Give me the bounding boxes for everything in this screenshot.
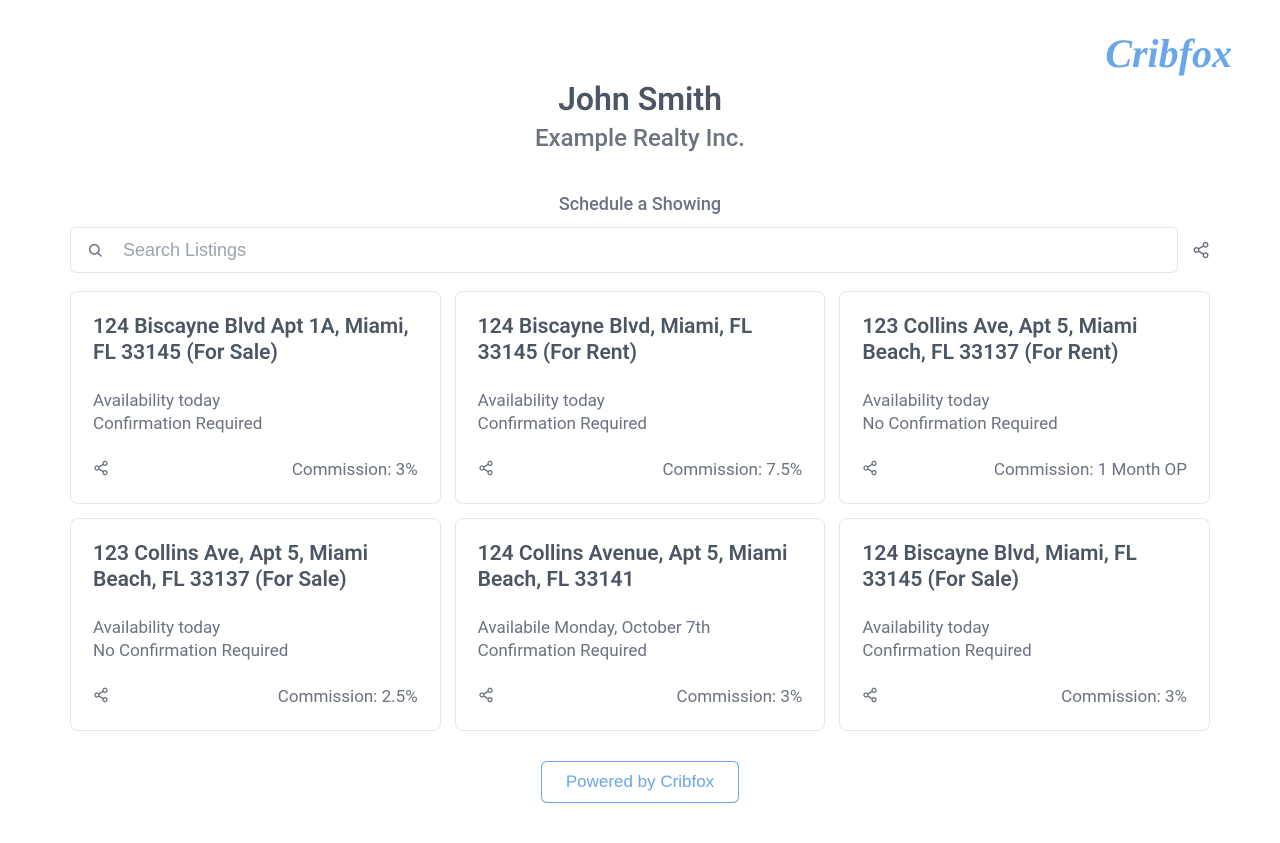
schedule-label: Schedule a Showing: [70, 194, 1210, 215]
listing-meta: Availability today No Confirmation Requi…: [862, 390, 1187, 436]
listing-title: 124 Biscayne Blvd, Miami, FL 33145 (For …: [862, 541, 1187, 595]
listing-confirmation: Confirmation Required: [862, 640, 1187, 663]
listing-confirmation: No Confirmation Required: [93, 640, 418, 663]
listing-commission: Commission: 3%: [677, 687, 803, 707]
share-listing-button[interactable]: [478, 687, 494, 708]
search-row: [70, 227, 1210, 273]
listing-availability: Availabile Monday, October 7th: [478, 617, 803, 640]
listing-card[interactable]: 124 Biscayne Blvd Apt 1A, Miami, FL 3314…: [70, 291, 441, 504]
share-listing-button[interactable]: [93, 460, 109, 481]
listing-title: 124 Biscayne Blvd, Miami, FL 33145 (For …: [478, 314, 803, 368]
listing-meta: Availability today Confirmation Required: [862, 617, 1187, 663]
listing-title: 124 Collins Avenue, Apt 5, Miami Beach, …: [478, 541, 803, 595]
listing-commission: Commission: 3%: [292, 460, 418, 480]
listing-commission: Commission: 3%: [1061, 687, 1187, 707]
search-box[interactable]: [70, 227, 1178, 273]
listing-title: 123 Collins Ave, Apt 5, Miami Beach, FL …: [93, 541, 418, 595]
listing-confirmation: Confirmation Required: [93, 413, 418, 436]
listing-title: 124 Biscayne Blvd Apt 1A, Miami, FL 3314…: [93, 314, 418, 368]
listing-availability: Availability today: [93, 617, 418, 640]
footer-row: Powered by Cribfox: [70, 761, 1210, 803]
share-listing-button[interactable]: [862, 687, 878, 708]
share-listing-button[interactable]: [478, 460, 494, 481]
listings-grid: 124 Biscayne Blvd Apt 1A, Miami, FL 3314…: [70, 291, 1210, 731]
listing-card[interactable]: 124 Collins Avenue, Apt 5, Miami Beach, …: [455, 518, 826, 731]
search-input[interactable]: [123, 240, 1161, 261]
listing-commission: Commission: 7.5%: [662, 460, 802, 480]
listing-confirmation: Confirmation Required: [478, 640, 803, 663]
share-listing-button[interactable]: [93, 687, 109, 708]
listing-card[interactable]: 124 Biscayne Blvd, Miami, FL 33145 (For …: [455, 291, 826, 504]
listing-commission: Commission: 1 Month OP: [994, 460, 1187, 480]
listing-meta: Availabile Monday, October 7th Confirmat…: [478, 617, 803, 663]
search-icon: [87, 242, 103, 258]
powered-by-button[interactable]: Powered by Cribfox: [541, 761, 739, 803]
share-listing-button[interactable]: [862, 460, 878, 481]
listing-meta: Availability today Confirmation Required: [478, 390, 803, 436]
listing-card[interactable]: 123 Collins Ave, Apt 5, Miami Beach, FL …: [70, 518, 441, 731]
listing-availability: Availability today: [862, 617, 1187, 640]
listing-availability: Availability today: [478, 390, 803, 413]
agent-name: John Smith: [70, 80, 1210, 118]
listing-meta: Availability today Confirmation Required: [93, 390, 418, 436]
listing-availability: Availability today: [862, 390, 1187, 413]
brand-logo: Cribfox: [1105, 30, 1232, 77]
listing-card[interactable]: 124 Biscayne Blvd, Miami, FL 33145 (For …: [839, 518, 1210, 731]
listing-availability: Availability today: [93, 390, 418, 413]
listing-confirmation: No Confirmation Required: [862, 413, 1187, 436]
listing-title: 123 Collins Ave, Apt 5, Miami Beach, FL …: [862, 314, 1187, 368]
listing-card[interactable]: 123 Collins Ave, Apt 5, Miami Beach, FL …: [839, 291, 1210, 504]
listing-confirmation: Confirmation Required: [478, 413, 803, 436]
app-frame: Cribfox John Smith Example Realty Inc. S…: [0, 0, 1280, 843]
listing-commission: Commission: 2.5%: [278, 687, 418, 707]
listing-meta: Availability today No Confirmation Requi…: [93, 617, 418, 663]
page-header: John Smith Example Realty Inc. Schedule …: [70, 80, 1210, 215]
share-all-button[interactable]: [1192, 241, 1210, 259]
agency-name: Example Realty Inc.: [70, 124, 1210, 152]
